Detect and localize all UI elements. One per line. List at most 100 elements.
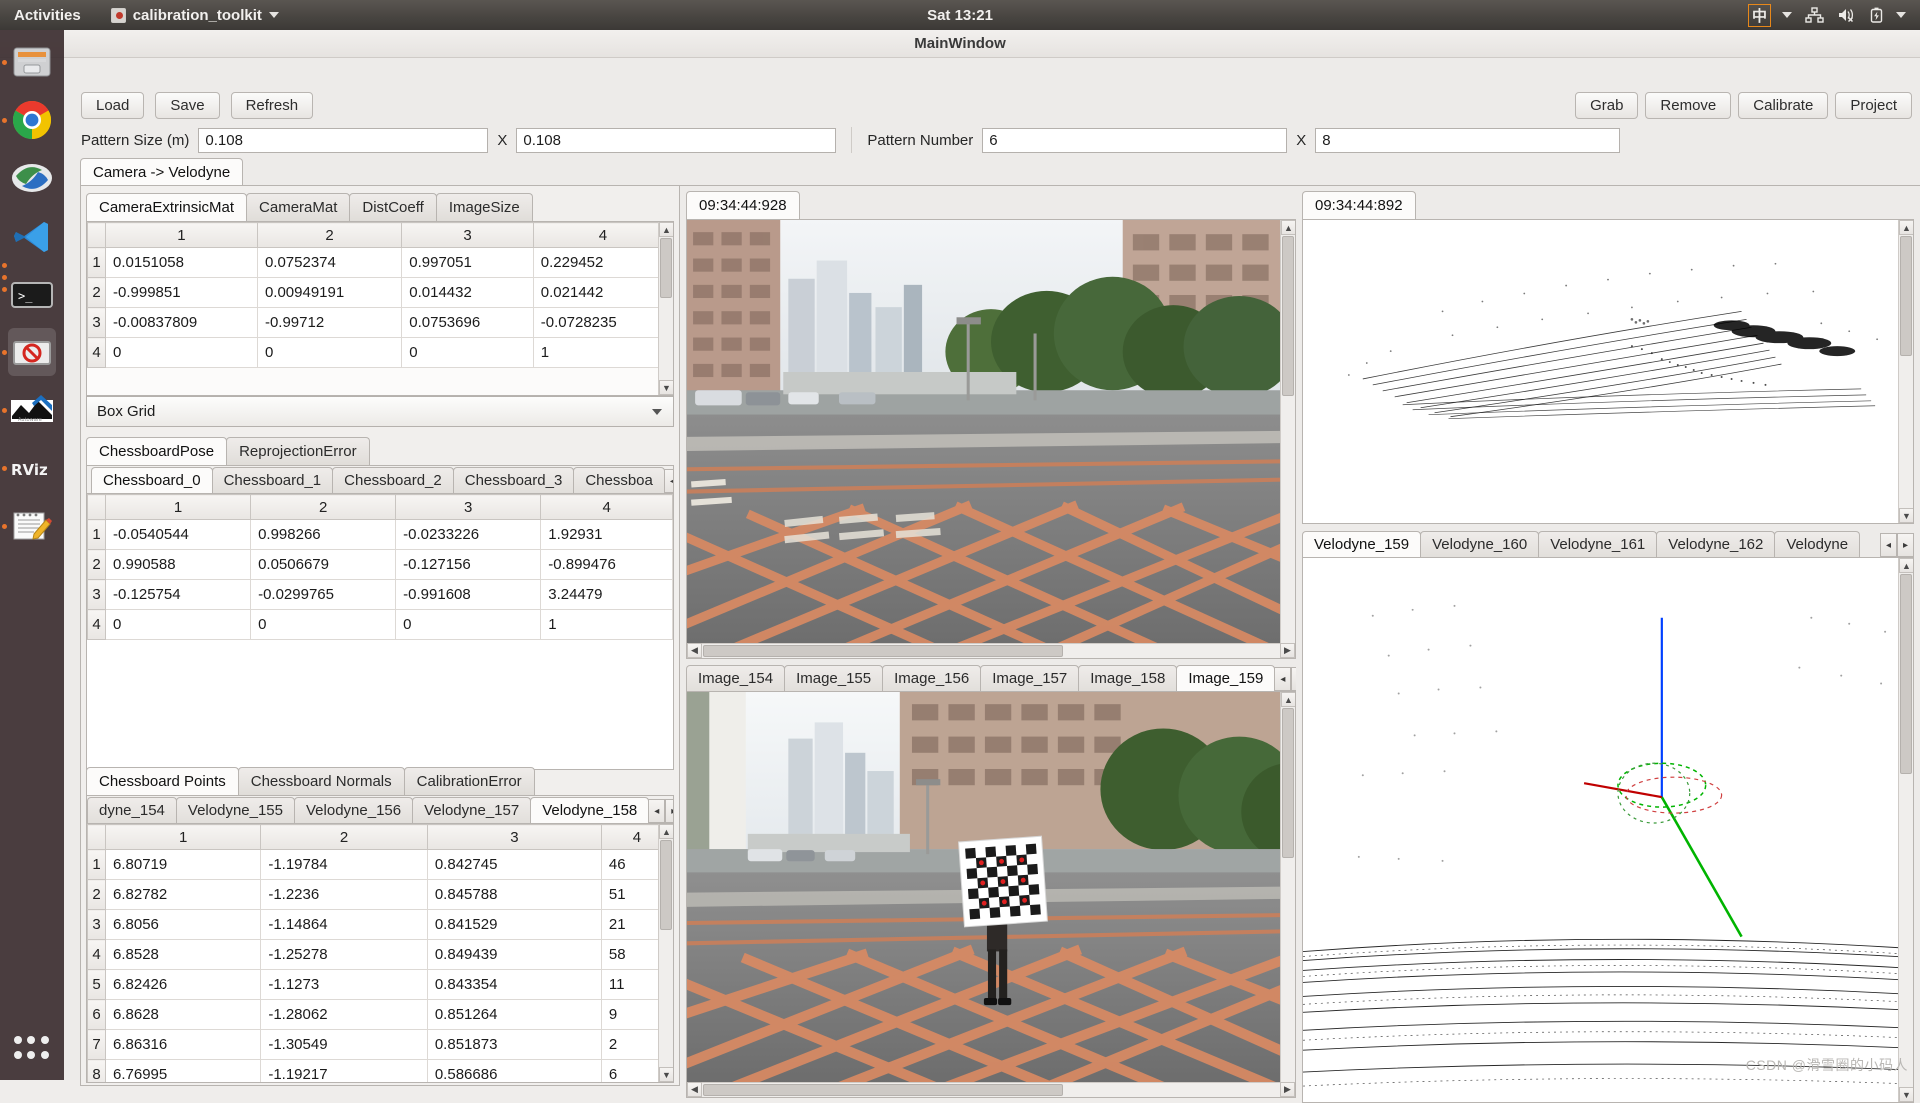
table-cell[interactable]: -1.30549 [260,1029,428,1060]
table-cell[interactable]: 0.021442 [532,277,673,308]
table-cell[interactable]: 3.24479 [540,579,673,610]
table-cell[interactable]: 0.843354 [426,969,602,1000]
table-row[interactable]: 4 6.8528 -1.25278 0.849439 58 [87,939,673,970]
table-cell[interactable]: 0 [401,337,534,368]
pose-tab-1[interactable]: ReprojectionError [226,437,370,465]
scroll-down-arrow[interactable]: ▼ [1899,508,1913,523]
scroll-thumb[interactable] [1900,236,1912,356]
table-cell[interactable]: -1.19784 [260,849,428,880]
row-header[interactable]: 8 [87,1059,106,1082]
refresh-button[interactable]: Refresh [230,92,314,119]
scroll-thumb[interactable] [703,1084,1063,1096]
dock-item-vscode[interactable] [8,212,56,260]
table-row[interactable]: 7 6.86316 -1.30549 0.851873 2 [87,1029,673,1060]
pointcloud-view-top[interactable]: ▲ ▼ [1302,219,1914,524]
row-header[interactable]: 3 [87,579,106,610]
table-cell[interactable]: -0.0233226 [395,519,542,550]
table-cell[interactable]: 0.997051 [401,247,534,278]
chessboard-tab-1[interactable]: Chessboard_1 [211,467,334,493]
table-cell[interactable]: 6.80719 [104,849,262,880]
matrix-tab-2[interactable]: DistCoeff [349,193,437,221]
table-cell[interactable]: 0.990588 [104,549,252,580]
row-header[interactable]: 3 [87,307,106,338]
image-tab-0[interactable]: Image_154 [686,665,786,691]
points-tab-2[interactable]: CalibrationError [403,767,535,795]
table-cell[interactable]: 1.92931 [540,519,673,550]
scroll-up-arrow[interactable]: ▲ [1281,692,1295,707]
table-cell[interactable]: -0.125754 [104,579,252,610]
table-cell[interactable]: -0.0728235 [532,307,673,338]
image-tab-5[interactable]: Image_159 [1176,665,1276,691]
velodyne-points-tab-4[interactable]: Velodyne_158 [530,797,650,823]
camera-bottom-hscrollbar[interactable]: ◀ ▶ [687,1082,1295,1097]
dock-item-terminal[interactable]: >_ [8,270,56,318]
image-tab-4[interactable]: Image_158 [1078,665,1178,691]
activities-button[interactable]: Activities [14,7,81,24]
velodyne-points-tab-3[interactable]: Velodyne_157 [412,797,532,823]
pointcloud-top-vscrollbar[interactable]: ▲ ▼ [1898,220,1913,523]
camera-timestamp-tab[interactable]: 09:34:44:928 [686,191,800,219]
row-header[interactable]: 6 [87,999,106,1030]
table-row[interactable]: 2 -0.999851 0.00949191 0.014432 0.021442 [87,277,673,308]
table-cell[interactable]: -1.25278 [260,939,428,970]
table-cell[interactable]: -0.899476 [540,549,673,580]
extrinsic-col-header-3[interactable]: 4 [532,222,673,248]
table-row[interactable]: 3 6.8056 -1.14864 0.841529 21 [87,909,673,940]
table-row[interactable]: 2 0.990588 0.0506679 -0.127156 -0.899476 [87,549,673,580]
row-header[interactable]: 4 [87,939,106,970]
velodyne-tab-3[interactable]: Velodyne_162 [1656,531,1776,557]
pose-col-header-3[interactable]: 4 [540,494,673,520]
table-cell[interactable]: -0.127156 [395,549,542,580]
table-cell[interactable]: 6.82426 [104,969,262,1000]
table-row[interactable]: 2 6.82782 -1.2236 0.845788 51 [87,879,673,910]
row-header[interactable]: 5 [87,969,106,1000]
velodyne-tab-1[interactable]: Velodyne_160 [1420,531,1540,557]
table-cell[interactable]: 6.8528 [104,939,262,970]
table-cell[interactable]: 6.82782 [104,879,262,910]
table-cell[interactable]: -1.14864 [260,909,428,940]
matrix-tab-3[interactable]: ImageSize [435,193,533,221]
pose-col-header-0[interactable]: 1 [104,494,252,520]
table-cell[interactable]: 0.849439 [426,939,602,970]
points-col-header-0[interactable]: 1 [104,824,262,850]
lidar-timestamp-tab[interactable]: 09:34:44:892 [1302,191,1416,219]
table-cell[interactable]: -1.1273 [260,969,428,1000]
table-row[interactable]: 3 -0.00837809 -0.99712 0.0753696 -0.0728235 [87,307,673,338]
table-cell[interactable]: -0.00837809 [105,307,258,338]
table-cell[interactable]: 0.586686 [426,1059,602,1082]
table-cell[interactable]: 0.0753696 [401,307,534,338]
table-cell[interactable]: 0.842745 [426,849,602,880]
grid-type-combobox[interactable]: Box Grid [86,396,674,427]
table-cell[interactable]: 0.998266 [250,519,397,550]
table-cell[interactable]: -0.991608 [395,579,542,610]
pose-col-header-1[interactable]: 2 [250,494,397,520]
chessboard-tab-2[interactable]: Chessboard_2 [332,467,454,493]
volume-muted-icon[interactable] [1837,7,1857,23]
scroll-up-arrow[interactable]: ▲ [1899,220,1913,235]
points-tab-1[interactable]: Chessboard Normals [237,767,405,795]
pose-col-header-2[interactable]: 3 [395,494,542,520]
table-cell[interactable]: 6.8056 [104,909,262,940]
pointcloud-view-bottom[interactable]: ▲ ▼ [1302,557,1914,1103]
scroll-thumb[interactable] [703,645,1063,657]
camera-bottom-vscrollbar[interactable]: ▲ ▼ [1280,692,1295,1097]
scroll-thumb[interactable] [660,238,672,298]
scroll-right-arrow[interactable]: ▶ [1280,643,1295,658]
tab-scroll-left-icon[interactable]: ◂ [1880,533,1897,557]
extrinsic-col-header-2[interactable]: 3 [401,222,534,248]
chevron-down-icon[interactable] [1782,12,1792,18]
clock[interactable]: Sat 13:21 [927,7,993,24]
tab-camera-to-velodyne[interactable]: Camera -> Velodyne [80,158,244,186]
points-tab-0[interactable]: Chessboard Points [86,767,239,795]
points-col-header-1[interactable]: 2 [260,824,428,850]
velodyne-tab-0[interactable]: Velodyne_159 [1302,531,1422,557]
table-row[interactable]: 6 6.8628 -1.28062 0.851264 9 [87,999,673,1030]
table-cell[interactable]: -0.999851 [105,277,258,308]
grab-button[interactable]: Grab [1575,92,1639,119]
matrix-tab-0[interactable]: CameraExtrinsicMat [86,193,248,221]
pattern-number-cols-input[interactable] [982,127,1288,153]
table-row[interactable]: 3 -0.125754 -0.0299765 -0.991608 3.24479 [87,579,673,610]
tab-scroll-right-icon[interactable]: ▸ [665,799,673,823]
matrix-tab-1[interactable]: CameraMat [246,193,351,221]
table-cell[interactable]: 0.845788 [426,879,602,910]
